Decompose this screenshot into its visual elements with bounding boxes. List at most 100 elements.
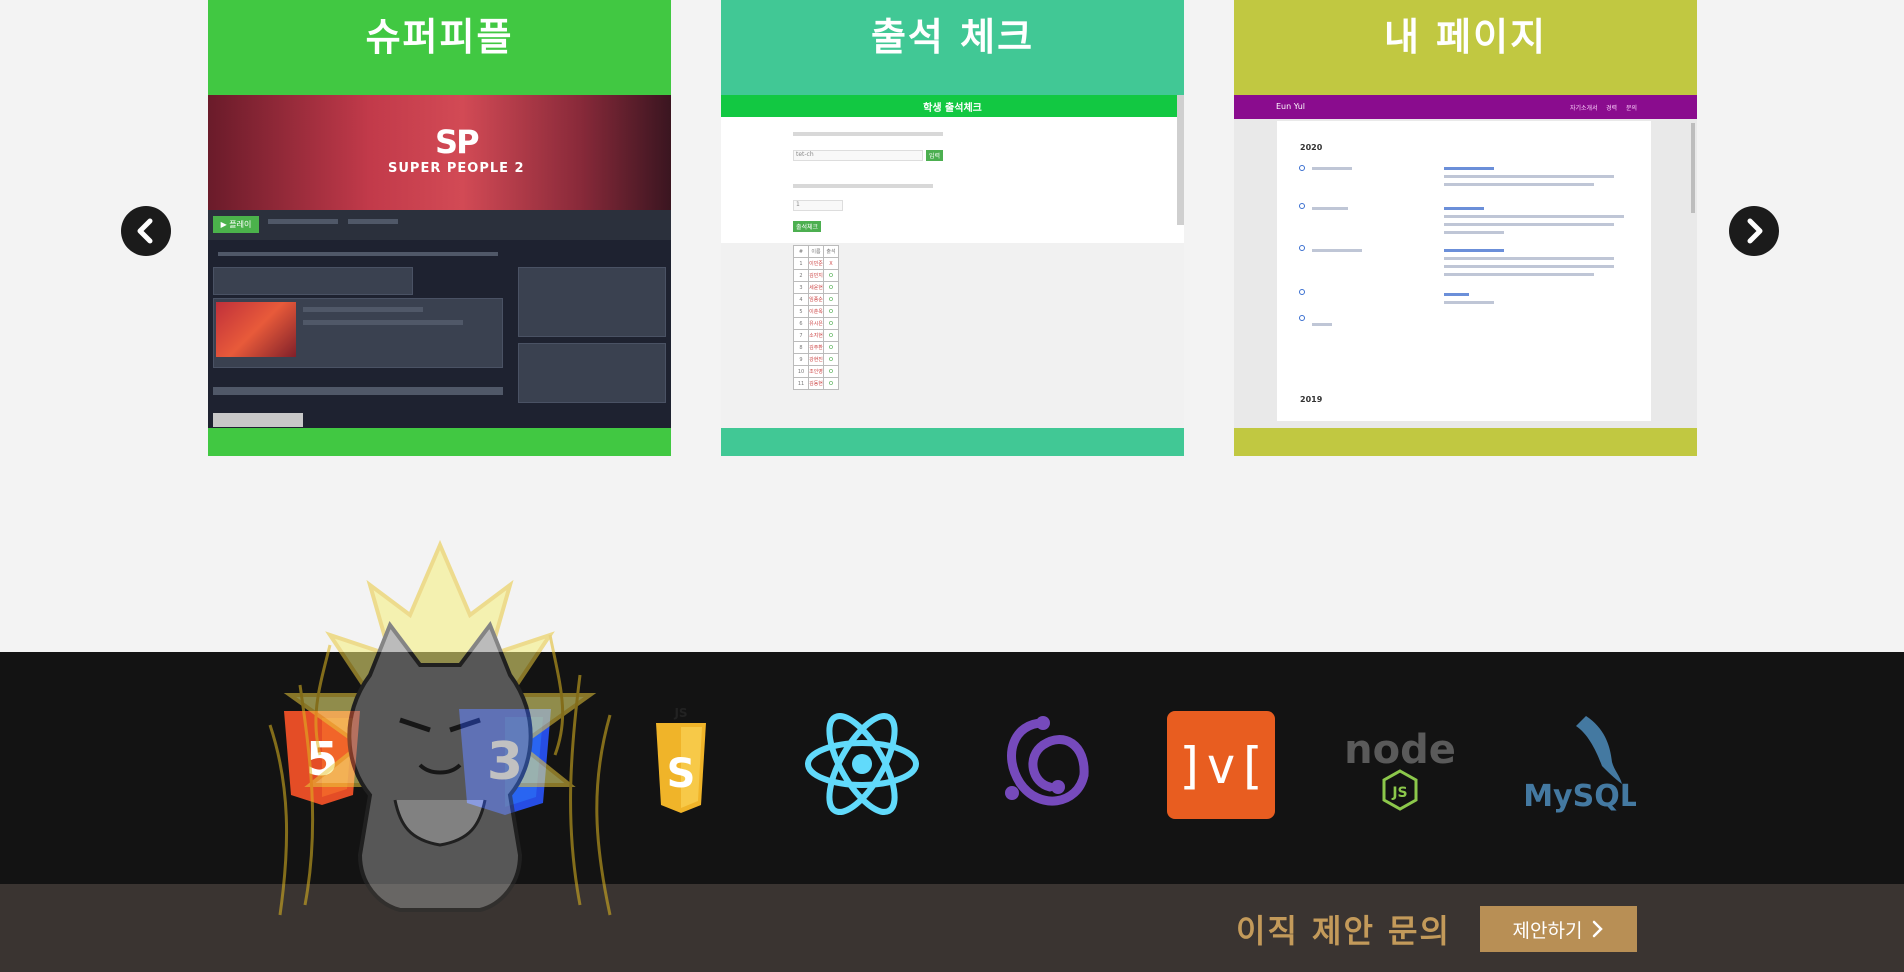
timeline-dot [1299,203,1305,209]
mysql-icon: MySQL [1526,710,1636,820]
attendance-count-input: 1 [793,200,843,211]
mysql-icon-label: MySQL [1526,779,1636,814]
timeline-text [1312,207,1348,210]
table-cell: O [823,365,839,378]
game-side-panel [518,267,666,337]
timeline-dot [1299,289,1305,295]
game-play-button: ▶ 플레이 [213,216,259,233]
table-cell: 세윤현 [808,281,824,294]
project-title: 내 페이지 [1383,15,1548,59]
project-card-footer [721,428,1184,456]
game-logo: SP SUPER PEOPLE 2 [388,123,525,176]
project-card-superpeople[interactable]: 슈퍼피플 SP SUPER PEOPLE 2 ▶ 플레이 [208,0,671,456]
timeline-dot [1299,315,1305,321]
game-side-panel [518,343,666,403]
game-list-line [213,387,503,395]
table-row: 8 김주환 O [793,341,839,354]
table-row: 3 세윤현 O [793,281,839,294]
table-cell: O [823,329,839,342]
chevron-right-icon [1593,920,1604,938]
table-cell: O [823,341,839,354]
mypage-year: 2020 [1300,143,1323,152]
timeline-title [1444,249,1504,252]
mypage-year: 2019 [1300,395,1323,404]
table-cell: 김민지 [808,269,824,282]
table-cell: 김동현 [808,377,824,390]
timeline-text [1312,323,1332,326]
timeline-text [1444,175,1614,178]
table-cell: 김주환 [808,341,824,354]
game-news-thumbnail [216,302,296,357]
javascript-icon-label: JS [673,706,687,720]
game-notice-panel [213,267,413,295]
project-card-header: 슈퍼피플 [208,0,671,95]
table-header-cell: 이름 [808,245,824,258]
attendance-table-header: # 이름 출석 [793,245,839,258]
table-cell: 이민준 [808,257,824,270]
react-icon [800,702,924,826]
game-logo-text: SUPER PEOPLE 2 [388,161,525,176]
game-toolbar-line [348,219,398,224]
mypage-content [1277,121,1651,421]
table-row: 9 강현진 O [793,353,839,366]
table-cell: 3 [793,281,809,294]
game-news-line [303,307,423,312]
table-cell: 2 [793,269,809,282]
table-cell: O [823,317,839,330]
mobx-icon-label: ]v[ [1176,737,1266,795]
game-tab-line [218,252,498,256]
table-cell: O [823,377,839,390]
project-card-footer [1234,428,1697,456]
attendance-table: # 이름 출석 1 이민준 X 2 김민지 O 3 세윤현 O 4 임종순 O 5 이춘옥 O 6 유시은 O 7 소지현 O… [793,245,839,390]
project-card-footer [208,428,671,456]
timeline-text [1444,273,1594,276]
carousel-prev-button[interactable] [121,206,171,256]
svg-text:JS: JS [1391,785,1407,801]
table-cell: 소지현 [808,329,824,342]
project-title: 슈퍼피플 [365,15,514,59]
carousel-next-button[interactable] [1729,206,1779,256]
timeline-text [1444,257,1614,260]
game-logo-mark: SP [435,123,479,161]
project-card-header: 출석 체크 [721,0,1184,95]
table-row: 1 이민준 X [793,257,839,270]
table-cell: 1 [793,257,809,270]
mypage-scrollbar [1691,123,1695,213]
nodejs-icon-label: node [1344,727,1456,773]
table-row: 5 이춘옥 O [793,305,839,318]
project-screenshot[interactable]: Eun Yul 자기소개서 경력 문의 2020 2019 [1234,95,1697,428]
table-cell: 8 [793,341,809,354]
table-cell: X [823,257,839,270]
table-cell: 유시은 [808,317,824,330]
mobx-icon: ]v[ [1167,711,1275,819]
chevron-left-icon [137,218,153,244]
game-toolbar [208,210,671,240]
propose-button[interactable]: 제안하기 [1480,906,1637,952]
game-news-line [303,320,463,325]
table-header-cell: # [793,245,809,258]
project-screenshot[interactable]: SP SUPER PEOPLE 2 ▶ 플레이 [208,95,671,428]
mypage-brand: Eun Yul [1276,102,1305,111]
project-title: 출석 체크 [870,15,1035,59]
timeline-text [1444,223,1614,226]
svg-text:S: S [667,751,696,797]
css3-icon: 3 [455,705,555,821]
project-screenshot[interactable]: 학생 출석체크 tet-ch 입력 1 출석체크 # 이름 출석 1 이민준 X 2 김민지 O… [721,95,1184,428]
project-card-attendance[interactable]: 출석 체크 학생 출석체크 tet-ch 입력 1 출석체크 # 이름 출석 1 이민준… [721,0,1184,456]
attendance-scrollbar [1177,95,1184,225]
timeline-title [1444,167,1494,170]
project-card-mypage[interactable]: 내 페이지 Eun Yul 자기소개서 경력 문의 2020 2019 [1234,0,1697,456]
attendance-header: 학생 출석체크 [721,95,1184,117]
table-row: 7 소지현 O [793,329,839,342]
table-header-cell: 출석 [823,245,839,258]
attendance-table-area [721,243,1184,428]
table-cell: 6 [793,317,809,330]
table-cell: O [823,269,839,282]
attendance-label-line [793,184,933,188]
project-card-header: 내 페이지 [1234,0,1697,95]
table-cell: 5 [793,305,809,318]
table-row: 2 김민지 O [793,269,839,282]
table-cell: O [823,281,839,294]
table-cell: O [823,353,839,366]
table-cell: 11 [793,377,809,390]
